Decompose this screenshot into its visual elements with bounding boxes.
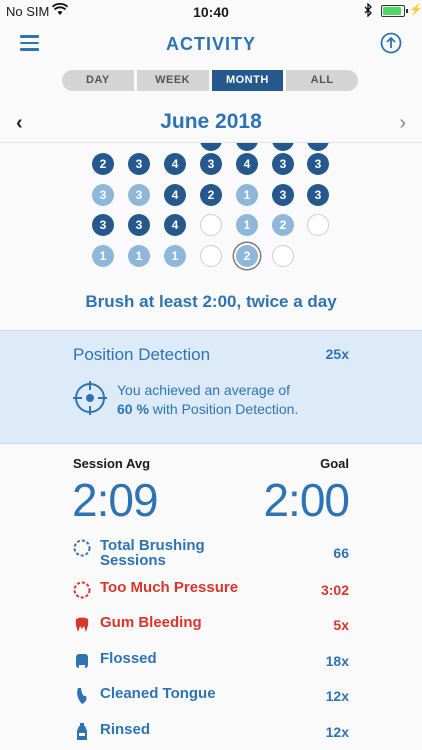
calendar-day[interactable]: 3 — [128, 214, 150, 236]
bluetooth-icon — [364, 3, 372, 17]
goal-time: 2:00 — [263, 474, 350, 526]
calendar-day[interactable]: 3 — [307, 153, 329, 175]
calendar-day-today[interactable]: 2 — [236, 245, 258, 267]
stat-label: Cleaned Tongue — [100, 685, 216, 702]
stat-row: Too Much Pressure 3:02 — [73, 577, 349, 601]
stat-row: Cleaned Tongue 12x — [73, 683, 349, 707]
tab-week[interactable]: WEEK — [136, 70, 209, 91]
stat-value: 18x — [325, 653, 349, 669]
calendar-day[interactable]: 3 — [307, 184, 329, 206]
position-detection-panel: Position Detection 25x You achieved an a… — [0, 330, 422, 444]
calendar-day[interactable] — [200, 245, 222, 267]
upload-icon[interactable] — [380, 32, 402, 54]
calendar-day[interactable]: 2 — [272, 214, 294, 236]
calendar-day[interactable]: 4 — [164, 214, 186, 236]
calendar-day[interactable] — [272, 245, 294, 267]
calendar-day[interactable]: 4 — [164, 184, 186, 206]
calendar-day[interactable]: 3 — [92, 184, 114, 206]
calendar-day[interactable]: 4 — [236, 153, 258, 175]
page-title: ACTIVITY — [165, 34, 256, 54]
position-detection-title: Position Detection — [73, 345, 211, 364]
mouthwash-icon — [73, 723, 91, 741]
clock: 10:40 — [193, 4, 229, 20]
calendar-day[interactable] — [307, 214, 329, 236]
stat-value: 5x — [333, 617, 349, 633]
tab-day[interactable]: DAY — [62, 70, 134, 91]
calendar-day[interactable]: 2 — [200, 184, 222, 206]
nav-header: ACTIVITY — [0, 22, 422, 66]
brushing-goal-text: Brush at least 2:00, twice a day — [85, 292, 337, 311]
position-detection-count: 25x — [325, 346, 349, 362]
tab-month[interactable]: MONTH — [211, 70, 284, 91]
session-avg-label: Session Avg — [73, 456, 151, 471]
calendar-day[interactable]: 1 — [236, 214, 258, 236]
next-month-button[interactable]: › — [399, 112, 406, 135]
goal-label: Goal — [320, 456, 349, 471]
stat-row: Flossed 18x — [73, 648, 349, 672]
calendar-day[interactable]: 3 — [128, 153, 150, 175]
calendar-day[interactable]: 3 — [92, 214, 114, 236]
tongue-icon — [73, 687, 91, 705]
stat-value: 12x — [325, 724, 349, 740]
stat-label: Flossed — [100, 650, 157, 667]
stat-value: 66 — [333, 545, 349, 561]
stat-row: Gum Bleeding 5x — [73, 612, 349, 636]
stat-row: Rinsed 12x — [73, 719, 349, 743]
calendar-day[interactable]: 1 — [164, 245, 186, 267]
calendar-day[interactable]: 3 — [272, 153, 294, 175]
target-icon — [73, 381, 107, 415]
tab-all[interactable]: ALL — [286, 70, 358, 91]
calendar-day[interactable]: 1 — [236, 184, 258, 206]
stat-label: Too Much Pressure — [100, 579, 239, 596]
calendar-day[interactable]: 2 — [92, 153, 114, 175]
calendar-day[interactable] — [200, 143, 222, 151]
stat-value: 12x — [325, 688, 349, 704]
calendar-day[interactable]: 1 — [92, 245, 114, 267]
month-label: June 2018 — [160, 110, 262, 133]
calendar-day[interactable] — [200, 214, 222, 236]
calendar-day[interactable]: 1 — [128, 245, 150, 267]
stat-row: Total Brushing Sessions 66 — [73, 535, 349, 568]
calendar-day[interactable]: 3 — [272, 184, 294, 206]
calendar-day[interactable] — [307, 143, 329, 151]
month-navigator: ‹ June 2018 › — [0, 104, 422, 143]
floss-icon — [73, 652, 91, 670]
session-avg-time: 2:09 — [72, 474, 159, 526]
status-bar: No SIM 10:40 ⚡ — [0, 0, 422, 22]
calendar-day[interactable] — [272, 143, 294, 151]
position-percent: 60 % — [117, 401, 149, 417]
battery-icon — [381, 5, 408, 17]
stat-label: Gum Bleeding — [100, 614, 202, 631]
calendar-day[interactable]: 3 — [128, 184, 150, 206]
pressure-circle-icon — [73, 581, 91, 599]
period-segmented-control: DAY WEEK MONTH ALL — [62, 70, 358, 91]
calendar-day[interactable] — [236, 143, 258, 151]
dashed-circle-icon — [73, 539, 91, 557]
stat-label: Total Brushing Sessions — [100, 537, 205, 569]
stat-value: 3:02 — [320, 582, 349, 598]
calendar-day[interactable]: 4 — [164, 153, 186, 175]
calendar-day[interactable]: 3 — [200, 153, 222, 175]
tooth-drop-icon — [73, 616, 91, 634]
position-detection-message: You achieved an average of 60 % with Pos… — [117, 382, 299, 417]
calendar-grid: 23434333342133334121112 — [0, 143, 422, 273]
charging-icon: ⚡ — [409, 4, 422, 16]
stat-label: Rinsed — [100, 721, 151, 738]
